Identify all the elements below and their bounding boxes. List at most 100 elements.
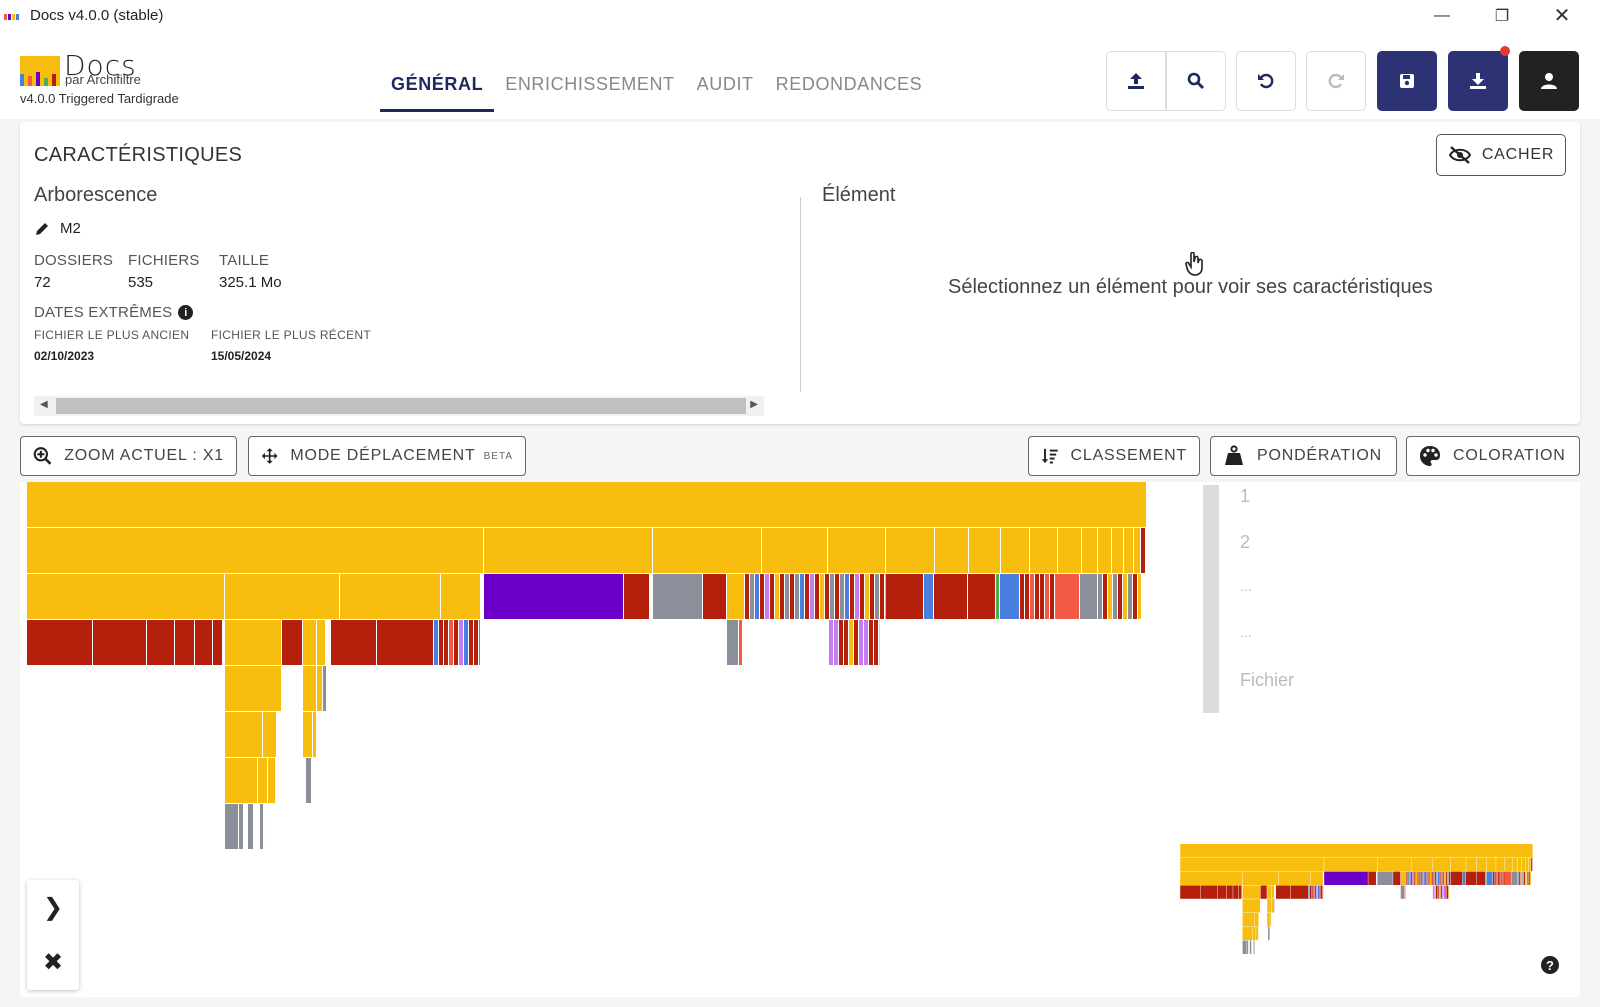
icicle-cell[interactable]	[1404, 885, 1406, 899]
icicle-cell[interactable]	[1406, 871, 1408, 885]
icicle-cell[interactable]	[1426, 871, 1429, 885]
icicle-cell[interactable]	[1497, 871, 1499, 885]
icicle-cell[interactable]	[1377, 871, 1393, 885]
zoom-button[interactable]: ZOOM ACTUEL : X1	[20, 436, 237, 476]
icicle-cell[interactable]	[1425, 871, 1427, 885]
icicle-cell[interactable]	[1242, 899, 1261, 913]
icicle-cell[interactable]	[1218, 885, 1227, 899]
icicle-cell[interactable]	[1440, 885, 1442, 899]
icicle-cell[interactable]	[1407, 871, 1410, 885]
tab-general[interactable]: GÉNÉRAL	[380, 62, 495, 112]
icicle-cell[interactable]	[1450, 857, 1466, 872]
icicle-cell[interactable]	[1275, 885, 1291, 899]
icicle-cell[interactable]	[1267, 899, 1272, 913]
icicle-cell[interactable]	[1430, 871, 1432, 885]
icicle-cell[interactable]	[1450, 871, 1463, 885]
icicle-cell[interactable]	[1200, 885, 1218, 899]
icicle-cell[interactable]	[1242, 940, 1247, 954]
icicle-cell[interactable]	[1233, 885, 1239, 899]
icicle-cell[interactable]	[1242, 871, 1279, 885]
icicle-cell[interactable]	[1411, 857, 1433, 872]
icicle-cell[interactable]	[1290, 885, 1309, 899]
tab-audit[interactable]: AUDIT	[686, 62, 765, 112]
icicle-cell[interactable]	[1527, 871, 1529, 885]
icicle-cell[interactable]	[1522, 871, 1524, 885]
icicle-cell[interactable]	[1494, 871, 1496, 885]
icicle-cell[interactable]	[1486, 871, 1493, 885]
minimap[interactable]	[20, 482, 1580, 997]
icicle-cell[interactable]	[1252, 926, 1256, 941]
icicle-cell[interactable]	[1531, 857, 1533, 872]
icicle-cell[interactable]	[1441, 871, 1443, 885]
icicle-cell[interactable]	[1434, 871, 1436, 885]
search-button[interactable]	[1166, 51, 1226, 111]
icicle-cell[interactable]	[1180, 857, 1324, 872]
undo-button[interactable]	[1236, 51, 1296, 111]
icicle-cell[interactable]	[1268, 926, 1270, 941]
icicle-cell[interactable]	[1462, 871, 1466, 885]
icicle-cell[interactable]	[1417, 871, 1419, 885]
info-icon[interactable]: i	[178, 305, 194, 320]
icicle-cell[interactable]	[1439, 885, 1441, 899]
close-icon[interactable]: ✖	[27, 935, 79, 990]
save-button[interactable]	[1377, 51, 1437, 111]
icicle-cell[interactable]	[1448, 871, 1451, 885]
user-button[interactable]	[1519, 51, 1579, 111]
icicle-cell[interactable]	[1270, 913, 1272, 927]
icicle-cell[interactable]	[1517, 871, 1519, 885]
icicle-cell[interactable]	[1496, 871, 1498, 885]
icicle-cell[interactable]	[1423, 871, 1425, 885]
icicle-cell[interactable]	[1324, 857, 1377, 872]
icicle-cell[interactable]	[1412, 871, 1414, 885]
chevron-right-icon[interactable]: ❯	[27, 880, 79, 935]
icicle-cell[interactable]	[1517, 857, 1522, 872]
icicle-cell[interactable]	[1411, 871, 1413, 885]
scroll-left-icon[interactable]: ◀	[40, 399, 48, 410]
icicle-cell[interactable]	[1418, 871, 1421, 885]
icicle-cell[interactable]	[1377, 857, 1412, 872]
icicle-cell[interactable]	[1476, 871, 1486, 885]
icicle-cell[interactable]	[1485, 871, 1487, 885]
icicle-cell[interactable]	[1431, 871, 1433, 885]
coloration-button[interactable]: COLORATION	[1406, 436, 1580, 476]
icicle-cell[interactable]	[1267, 885, 1272, 899]
close-window-icon[interactable]: ✕	[1532, 0, 1592, 31]
help-icon[interactable]: ?	[1541, 956, 1559, 974]
icicle-cell[interactable]	[1437, 885, 1439, 899]
hide-panel-button[interactable]: CACHER	[1436, 134, 1566, 176]
icicle-cell[interactable]	[1414, 871, 1416, 885]
icicle-cell[interactable]	[1400, 885, 1405, 899]
tab-enrichment[interactable]: ENRICHISSEMENT	[494, 62, 685, 112]
icicle-cell[interactable]	[1448, 885, 1450, 899]
icicle-area[interactable]	[20, 482, 1580, 997]
icicle-cell[interactable]	[1499, 871, 1501, 885]
icicle-cell[interactable]	[1528, 857, 1531, 872]
icicle-cell[interactable]	[1254, 913, 1259, 927]
tree-name-row[interactable]: M2	[34, 220, 81, 237]
icicle-cell[interactable]	[1502, 871, 1504, 885]
minimize-icon[interactable]: —	[1412, 0, 1472, 31]
icicle-cell[interactable]	[1465, 871, 1477, 885]
icicle-cell[interactable]	[1393, 871, 1401, 885]
icicle-cell[interactable]	[1444, 871, 1446, 885]
icicle-cell[interactable]	[1319, 885, 1321, 899]
icicle-cell[interactable]	[1435, 885, 1438, 899]
icicle-cell[interactable]	[1442, 885, 1444, 899]
icicle-cell[interactable]	[1439, 871, 1441, 885]
icicle-cell[interactable]	[1246, 940, 1249, 954]
restore-icon[interactable]: ❐	[1472, 0, 1532, 31]
icicle-cell[interactable]	[1260, 885, 1267, 899]
icicle-cell[interactable]	[1428, 871, 1430, 885]
icicle-cell[interactable]	[1253, 940, 1255, 954]
upload-button[interactable]	[1106, 51, 1166, 111]
icicle-cell[interactable]	[1442, 871, 1444, 885]
icicle-cell[interactable]	[1447, 885, 1449, 899]
icicle-cell[interactable]	[1500, 871, 1503, 885]
tab-redundancies[interactable]: REDONDANCES	[765, 62, 934, 112]
icicle-cell[interactable]	[1310, 871, 1323, 885]
icicle-cell[interactable]	[1409, 871, 1411, 885]
icicle-cell[interactable]	[1242, 913, 1255, 927]
icicle-cell[interactable]	[1317, 885, 1320, 899]
icicle-cell[interactable]	[1496, 857, 1505, 872]
icicle-cell[interactable]	[1422, 871, 1424, 885]
